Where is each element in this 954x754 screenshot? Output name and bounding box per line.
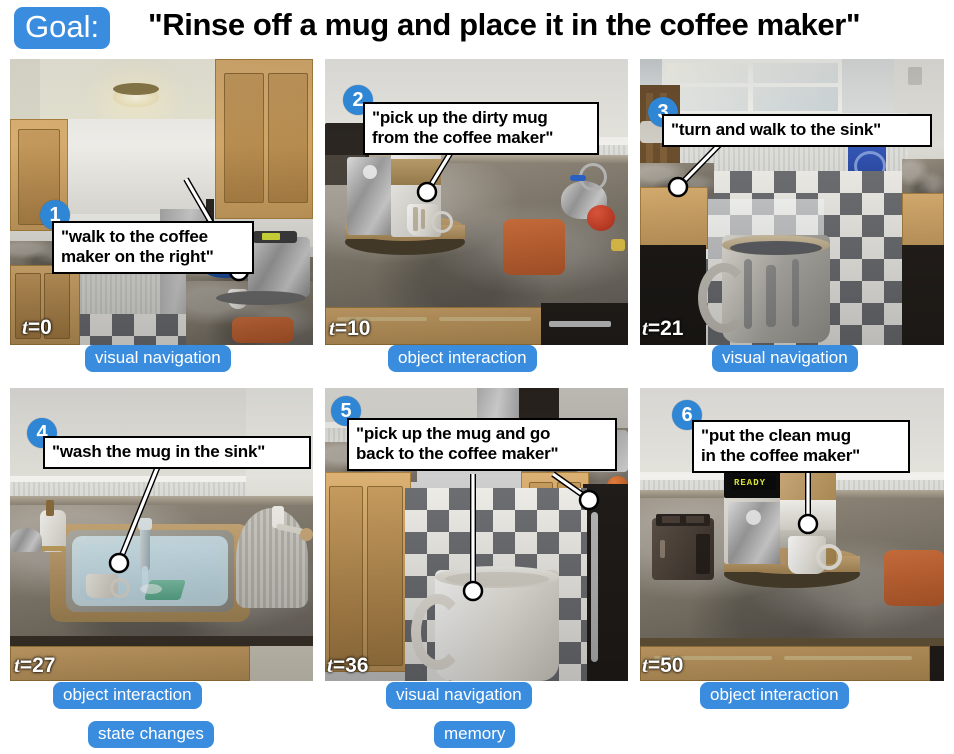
capability-tag-visual-navigation-1: visual navigation (85, 345, 231, 372)
timestep-label-4: t=27 (14, 654, 55, 677)
leader-line-4 (108, 464, 161, 574)
episode-panel-1[interactable]: 1 "walk to the coffee maker on the right… (10, 59, 313, 345)
goal-header: Goal: "Rinse off a mug and place it in t… (0, 0, 954, 52)
instruction-bubble-6: "put the clean mug in the coffee maker" (692, 420, 910, 473)
instruction-bubble-4: "wash the mug in the sink" (43, 436, 311, 469)
page-title: "Rinse off a mug and place it in the cof… (148, 7, 861, 42)
episode-panel-2[interactable]: 2 "pick up the dirty mug from the coffee… (325, 59, 628, 345)
timestep-value: =10 (334, 317, 371, 340)
leader-line-1 (183, 177, 250, 282)
instruction-bubble-2: "pick up the dirty mug from the coffee m… (363, 102, 599, 155)
leader-line-3 (667, 139, 725, 198)
timestep-value: =36 (332, 654, 369, 677)
capability-tag-state-changes-4: state changes (88, 721, 214, 748)
instruction-bubble-5: "pick up the mug and go back to the coff… (347, 418, 617, 471)
timestep-value: =27 (19, 654, 56, 677)
episode-panel-6[interactable]: READY 6 "put the clean mug in the coffee… (640, 388, 944, 681)
capability-tag-memory-5: memory (434, 721, 516, 748)
timestep-label-2: t=10 (329, 317, 370, 340)
capability-tag-visual-navigation-3: visual navigation (712, 345, 858, 372)
episode-panel-5[interactable]: 5 "pick up the mug and go back to the co… (325, 388, 628, 681)
timestep-value: =21 (647, 317, 684, 340)
instruction-bubble-3: "turn and walk to the sink" (662, 114, 932, 147)
timestep-label-6: t=50 (642, 654, 683, 677)
timestep-value: =0 (27, 316, 52, 339)
timestep-label-3: t=21 (642, 317, 683, 340)
episode-panel-4[interactable]: 4 "wash the mug in the sink" t=27 (10, 388, 313, 681)
capability-tag-object-interaction-4: object interaction (53, 682, 202, 709)
capability-tag-object-interaction-6: object interaction (700, 682, 849, 709)
capability-tag-object-interaction-2: object interaction (388, 345, 537, 372)
episode-panel-3[interactable]: 3 "turn and walk to the sink" t=21 (640, 59, 944, 345)
goal-badge: Goal: (14, 7, 111, 49)
capability-tag-visual-navigation-5: visual navigation (386, 682, 532, 709)
timestep-value: =50 (647, 654, 684, 677)
timestep-label-5: t=36 (327, 654, 368, 677)
instruction-bubble-1: "walk to the coffee maker on the right" (52, 221, 254, 274)
timestep-label-1: t=0 (22, 316, 52, 339)
